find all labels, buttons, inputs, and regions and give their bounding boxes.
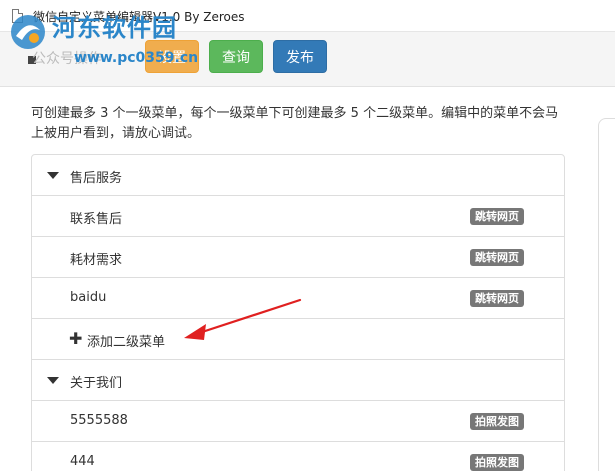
publish-button[interactable]: 发布 [273,40,327,73]
window-titlebar: 微信自定义菜单编辑器V1.0 By Zeroes [0,0,615,32]
submenu-row[interactable]: 444 拍照发图 [32,442,564,471]
add-submenu-label: 添加二级菜单 [87,335,166,350]
submenu-type-badge: 拍照发图 [470,413,524,430]
settings-button[interactable]: 设置 [145,40,199,73]
query-button[interactable]: 查询 [209,40,263,73]
submenu-label: 联系售后 [70,212,123,227]
phone-preview-panel [598,118,615,471]
annotation-arrow-icon [184,298,302,340]
submenu-label: 5555588 [70,413,128,428]
caret-down-icon[interactable] [47,377,59,384]
submenu-row[interactable]: 耗材需求 跳转网页 [32,237,564,278]
submenu-type-badge: 跳转网页 [470,290,524,307]
menu-group-label: 关于我们 [70,376,123,391]
menu-group-row[interactable]: 售后服务 [32,155,564,196]
submenu-label: 444 [70,454,95,469]
menu-group-row[interactable]: 关于我们 [32,360,564,401]
left-edge-clipped [0,87,6,471]
plus-icon: ✚ [69,329,83,348]
document-icon [12,9,23,23]
intro-text: 可创建最多 3 个一级菜单，每个一级菜单下可创建最多 5 个二级菜单。编辑中的菜… [31,106,559,141]
toolbar: 公众号操作 设置 查询 发布 [0,32,615,87]
caret-down-icon[interactable] [47,172,59,179]
submenu-row[interactable]: 联系售后 跳转网页 [32,196,564,237]
window-title: 微信自定义菜单编辑器V1.0 By Zeroes [33,10,245,24]
submenu-type-badge: 拍照发图 [470,454,524,471]
account-label: 公众号操作 [32,51,102,67]
submenu-label: 耗材需求 [70,253,123,268]
submenu-type-badge: 跳转网页 [470,208,524,225]
menu-group-label: 售后服务 [70,171,123,186]
submenu-row[interactable]: 5555588 拍照发图 [32,401,564,442]
submenu-type-badge: 跳转网页 [470,249,524,266]
submenu-label: baidu [70,290,107,305]
